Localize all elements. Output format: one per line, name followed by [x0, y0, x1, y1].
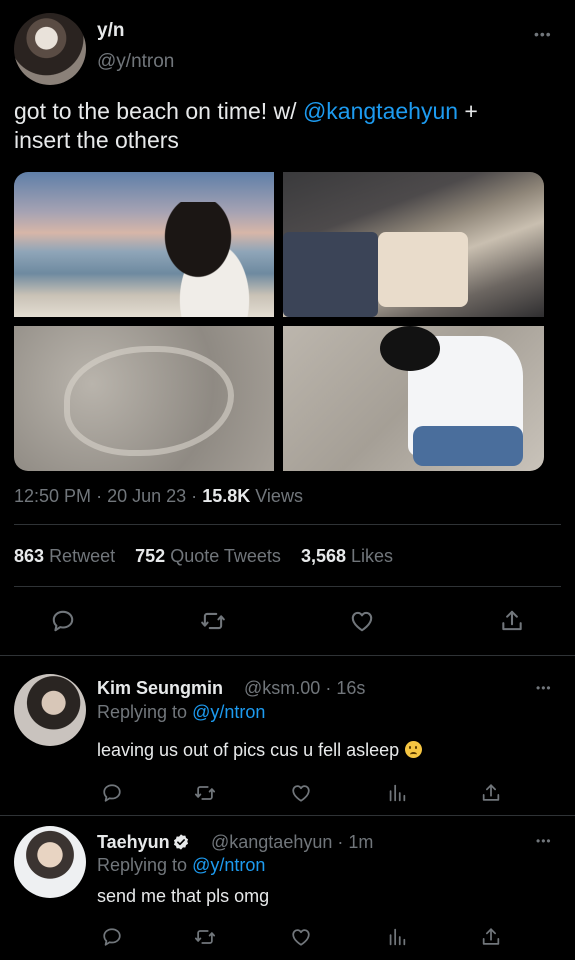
reply-icon [103, 928, 121, 946]
retweet-button[interactable] [190, 922, 220, 952]
quotes-label: Quote Tweets [170, 546, 281, 566]
analytics-button[interactable] [382, 922, 412, 952]
photo-pillow [378, 232, 468, 307]
divider [0, 655, 575, 656]
replying-label: Replying to [97, 855, 188, 875]
reply-icon [103, 784, 121, 802]
more-options-icon[interactable]: ••• [536, 834, 552, 848]
reply-text: send me that pls omg [97, 886, 270, 906]
replying-to-link[interactable]: @y/ntron [192, 855, 265, 875]
divider [14, 586, 561, 587]
heart-icon [292, 929, 310, 946]
verified-badge-icon [173, 834, 188, 850]
frowning-face-emoji [405, 741, 423, 758]
reply-avatar[interactable] [14, 826, 86, 898]
heart-icon [351, 611, 373, 632]
share-button[interactable] [497, 606, 527, 636]
reply-avatar[interactable] [14, 674, 86, 746]
reply-button[interactable] [97, 922, 127, 952]
replying-to: Replying to @y/ntron [97, 855, 265, 876]
photo-jeans [413, 426, 523, 466]
tweet-photo-car-interior[interactable] [283, 172, 544, 317]
like-button[interactable] [286, 778, 316, 808]
separator: · [191, 486, 198, 506]
more-options-icon[interactable]: ••• [536, 681, 552, 695]
reply-button[interactable] [97, 778, 127, 808]
retweets-label: Retweet [49, 546, 116, 566]
retweet-icon [201, 612, 225, 630]
share-icon [482, 784, 500, 801]
retweet-icon [194, 786, 216, 800]
views-count: 15.8K [202, 486, 251, 506]
like-button[interactable] [347, 606, 377, 636]
reply-meta: @kangtaehyun · 1m [211, 832, 373, 853]
reply-text: leaving us out of pics cus u fell asleep [97, 740, 423, 761]
analytics-button[interactable] [382, 778, 412, 808]
retweet-button[interactable] [190, 778, 220, 808]
separator: · [325, 678, 332, 698]
tweet-photo-person-on-beach[interactable] [283, 326, 544, 471]
reply-meta: @ksm.00 · 16s [244, 678, 365, 699]
reply-button[interactable] [48, 606, 78, 636]
tweet-text-part: insert the others [14, 127, 179, 153]
replying-label: Replying to [97, 702, 188, 722]
reply-text-content: leaving us out of pics cus u fell asleep [97, 740, 400, 760]
tweet-meta: 12:50 PM · 20 Jun 23 · 15.8K Views [14, 486, 303, 507]
retweet-button[interactable] [198, 606, 228, 636]
share-icon [482, 928, 500, 945]
retweets-count: 863 [14, 546, 45, 566]
tweet-text: got to the beach on time! w/ @kangtaehyu… [14, 97, 564, 155]
separator: · [96, 486, 103, 506]
photo-figure [154, 202, 264, 317]
reply-author-name[interactable]: Kim Seungmin [97, 678, 223, 699]
separator: · [337, 832, 344, 852]
likes-count: 3,568 [300, 546, 346, 566]
likes-label: Likes [351, 546, 394, 566]
reply-author-name[interactable]: Taehyun [97, 832, 190, 853]
quotes-count: 752 [135, 546, 166, 566]
reply-time[interactable]: 1m [348, 832, 373, 852]
more-options-icon[interactable]: ••• [534, 26, 552, 42]
views-label: Views [255, 486, 303, 506]
heart-icon [292, 785, 310, 802]
reply-time[interactable]: 16s [336, 678, 365, 698]
reply-handle[interactable]: @ksm.00 [244, 678, 320, 698]
photo-sand-shape [64, 346, 234, 456]
replying-to: Replying to @y/ntron [97, 702, 265, 723]
photo-hair [380, 326, 440, 371]
tweet-photo-beach-sunset[interactable] [14, 172, 274, 317]
tweet-photo-sand-drawing[interactable] [14, 326, 274, 471]
retweet-icon [194, 930, 216, 944]
analytics-icon [389, 784, 406, 802]
reply-handle[interactable]: @kangtaehyun [211, 832, 332, 852]
share-icon [502, 610, 522, 631]
replying-to-link[interactable]: @y/ntron [192, 702, 265, 722]
like-button[interactable] [286, 922, 316, 952]
tweet-text-part: + [458, 98, 478, 124]
reply-author-name-text: Taehyun [97, 832, 170, 852]
share-button[interactable] [476, 922, 506, 952]
author-handle[interactable]: @y/ntron [97, 51, 174, 73]
mention-link[interactable]: @kangtaehyun [303, 98, 458, 124]
divider [0, 815, 575, 816]
divider [14, 524, 561, 525]
tweet-text-part: got to the beach on time! w/ [14, 98, 303, 124]
reply-icon [52, 610, 74, 632]
analytics-icon [389, 928, 406, 946]
author-name[interactable]: y/n [97, 20, 124, 42]
retweets-stat[interactable]: 863 Retweet [14, 546, 115, 566]
author-avatar[interactable] [14, 13, 86, 85]
tweet-stats: 863 Retweet 752 Quote Tweets 3,568 Likes [14, 546, 393, 567]
likes-stat[interactable]: 3,568 Likes [301, 546, 393, 566]
quotes-stat[interactable]: 752 Quote Tweets [135, 546, 281, 566]
photo-seat [283, 232, 378, 317]
tweet-date[interactable]: 20 Jun 23 [107, 486, 186, 506]
tweet-time[interactable]: 12:50 PM [14, 486, 91, 506]
share-button[interactable] [476, 778, 506, 808]
